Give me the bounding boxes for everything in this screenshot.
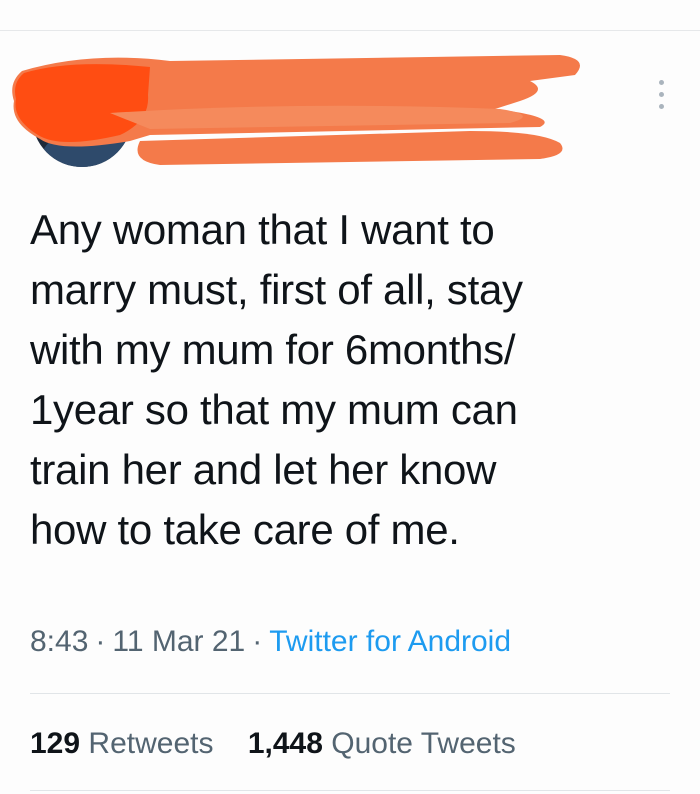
quote-tweets-label: Quote Tweets [331, 727, 516, 760]
meta-separator: · [95, 625, 106, 658]
divider [30, 790, 670, 791]
quote-tweets-stat[interactable]: 1,448 Quote Tweets [248, 722, 516, 766]
tweet-date: 11 Mar 21 [112, 625, 246, 658]
tweet-header [0, 31, 700, 181]
quote-tweets-count: 1,448 [247, 727, 323, 760]
retweets-label: Retweets [88, 727, 214, 760]
retweets-stat[interactable]: 129 Retweets [30, 722, 213, 766]
tweet-time: 8:43 [30, 625, 89, 658]
more-options-button[interactable] [650, 73, 674, 117]
tweet-text: Any woman that I want to marry must, fir… [30, 206, 523, 553]
meta-separator: · [252, 625, 263, 658]
divider [30, 693, 670, 694]
tweet-source-link[interactable]: Twitter for Android [269, 625, 511, 658]
tweet-metadata: 8:43 · 11 Mar 21 · Twitter for Android [30, 620, 511, 664]
retweets-count: 129 [30, 727, 81, 760]
engagement-stats: 129 Retweets 1,448 Quote Tweets [30, 722, 542, 766]
redaction-overlay [12, 55, 580, 165]
tweet-detail-screen: Any woman that I want to marry must, fir… [0, 0, 700, 794]
